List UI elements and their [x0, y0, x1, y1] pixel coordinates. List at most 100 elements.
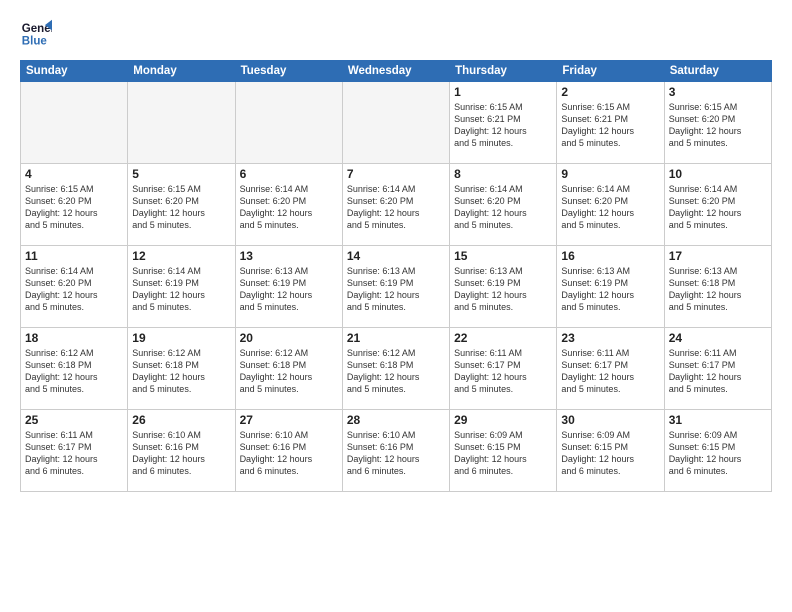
day-info: Sunrise: 6:11 AM Sunset: 6:17 PM Dayligh…: [669, 347, 767, 396]
day-number: 2: [561, 85, 659, 99]
calendar-cell: 6 Sunrise: 6:14 AM Sunset: 6:20 PM Daylig…: [235, 164, 342, 246]
logo: General Blue: [20, 18, 52, 50]
calendar-cell: [235, 82, 342, 164]
day-number: 29: [454, 413, 552, 427]
calendar-cell: 7Sunrise: 6:14 AM Sunset: 6:20 PM Daylig…: [342, 164, 449, 246]
col-header-monday: Monday: [128, 61, 235, 82]
day-number: 12: [132, 249, 230, 263]
day-info: Sunrise: 6:12 AM Sunset: 6:18 PM Dayligh…: [240, 347, 338, 396]
calendar-cell: 5 Sunrise: 6:15 AM Sunset: 6:20 PM Daylig…: [128, 164, 235, 246]
calendar-header-row: SundayMondayTuesdayWednesdayThursdayFrid…: [21, 61, 772, 82]
day-number: 5: [132, 167, 230, 181]
calendar-week-3: 11Sunrise: 6:14 AM Sunset: 6:20 PM Dayli…: [21, 246, 772, 328]
day-number: 21: [347, 331, 445, 345]
day-info: Sunrise: 6:15 AM Sunset: 6:20 PM Dayligh…: [25, 183, 123, 232]
calendar-cell: 17Sunrise: 6:13 AM Sunset: 6:18 PM Dayli…: [664, 246, 771, 328]
calendar-cell: 9 Sunrise: 6:14 AM Sunset: 6:20 PM Daylig…: [557, 164, 664, 246]
day-number: 30: [561, 413, 659, 427]
svg-text:Blue: Blue: [22, 36, 48, 48]
calendar-cell: 16 Sunrise: 6:13 AM Sunset: 6:19 PM Dayli…: [557, 246, 664, 328]
calendar-cell: [128, 82, 235, 164]
day-number: 27: [240, 413, 338, 427]
day-number: 11: [25, 249, 123, 263]
day-info: Sunrise: 6:15 AM Sunset: 6:20 PM Dayligh…: [132, 183, 230, 232]
day-info: Sunrise: 6:09 AM Sunset: 6:15 PM Dayligh…: [454, 429, 552, 478]
day-number: 16: [561, 249, 659, 263]
calendar-cell: 1 Sunrise: 6:15 AM Sunset: 6:21 PM Daylig…: [450, 82, 557, 164]
day-number: 14: [347, 249, 445, 263]
day-info: Sunrise: 6:15 AM Sunset: 6:21 PM Dayligh…: [561, 101, 659, 150]
col-header-saturday: Saturday: [664, 61, 771, 82]
day-info: Sunrise: 6:11 AM Sunset: 6:17 PM Dayligh…: [25, 429, 123, 478]
calendar-week-2: 4Sunrise: 6:15 AM Sunset: 6:20 PM Daylig…: [21, 164, 772, 246]
day-info: Sunrise: 6:10 AM Sunset: 6:16 PM Dayligh…: [347, 429, 445, 478]
calendar-cell: 19Sunrise: 6:12 AM Sunset: 6:18 PM Dayli…: [128, 328, 235, 410]
col-header-thursday: Thursday: [450, 61, 557, 82]
day-info: Sunrise: 6:13 AM Sunset: 6:19 PM Dayligh…: [347, 265, 445, 314]
day-number: 13: [240, 249, 338, 263]
calendar-cell: [21, 82, 128, 164]
calendar-cell: 8Sunrise: 6:14 AM Sunset: 6:20 PM Daylig…: [450, 164, 557, 246]
day-number: 3: [669, 85, 767, 99]
calendar-cell: 26 Sunrise: 6:10 AM Sunset: 6:16 PM Dayli…: [128, 410, 235, 492]
day-info: Sunrise: 6:11 AM Sunset: 6:17 PM Dayligh…: [454, 347, 552, 396]
calendar-cell: 20 Sunrise: 6:12 AM Sunset: 6:18 PM Dayli…: [235, 328, 342, 410]
day-info: Sunrise: 6:13 AM Sunset: 6:19 PM Dayligh…: [240, 265, 338, 314]
day-number: 23: [561, 331, 659, 345]
calendar-cell: 10Sunrise: 6:14 AM Sunset: 6:20 PM Dayli…: [664, 164, 771, 246]
day-number: 19: [132, 331, 230, 345]
calendar-cell: 2 Sunrise: 6:15 AM Sunset: 6:21 PM Daylig…: [557, 82, 664, 164]
day-number: 1: [454, 85, 552, 99]
day-info: Sunrise: 6:13 AM Sunset: 6:19 PM Dayligh…: [561, 265, 659, 314]
calendar-table: SundayMondayTuesdayWednesdayThursdayFrid…: [20, 60, 772, 492]
calendar-cell: 3Sunrise: 6:15 AM Sunset: 6:20 PM Daylig…: [664, 82, 771, 164]
day-info: Sunrise: 6:13 AM Sunset: 6:19 PM Dayligh…: [454, 265, 552, 314]
calendar-cell: 29 Sunrise: 6:09 AM Sunset: 6:15 PM Dayli…: [450, 410, 557, 492]
day-number: 9: [561, 167, 659, 181]
col-header-sunday: Sunday: [21, 61, 128, 82]
day-info: Sunrise: 6:14 AM Sunset: 6:20 PM Dayligh…: [454, 183, 552, 232]
day-number: 15: [454, 249, 552, 263]
calendar-cell: 30 Sunrise: 6:09 AM Sunset: 6:15 PM Dayli…: [557, 410, 664, 492]
calendar-cell: 23Sunrise: 6:11 AM Sunset: 6:17 PM Dayli…: [557, 328, 664, 410]
calendar-cell: 25 Sunrise: 6:11 AM Sunset: 6:17 PM Dayli…: [21, 410, 128, 492]
day-info: Sunrise: 6:14 AM Sunset: 6:19 PM Dayligh…: [132, 265, 230, 314]
day-info: Sunrise: 6:14 AM Sunset: 6:20 PM Dayligh…: [561, 183, 659, 232]
calendar-week-4: 18 Sunrise: 6:12 AM Sunset: 6:18 PM Dayli…: [21, 328, 772, 410]
day-info: Sunrise: 6:12 AM Sunset: 6:18 PM Dayligh…: [25, 347, 123, 396]
calendar-week-1: 1 Sunrise: 6:15 AM Sunset: 6:21 PM Daylig…: [21, 82, 772, 164]
page: General Blue SundayMondayTuesdayWednesda…: [0, 0, 792, 612]
calendar-cell: 31Sunrise: 6:09 AM Sunset: 6:15 PM Dayli…: [664, 410, 771, 492]
col-header-wednesday: Wednesday: [342, 61, 449, 82]
day-number: 25: [25, 413, 123, 427]
day-number: 20: [240, 331, 338, 345]
day-number: 18: [25, 331, 123, 345]
day-number: 22: [454, 331, 552, 345]
day-number: 7: [347, 167, 445, 181]
calendar-cell: 14 Sunrise: 6:13 AM Sunset: 6:19 PM Dayli…: [342, 246, 449, 328]
day-info: Sunrise: 6:15 AM Sunset: 6:21 PM Dayligh…: [454, 101, 552, 150]
calendar-cell: [342, 82, 449, 164]
calendar-cell: 22 Sunrise: 6:11 AM Sunset: 6:17 PM Dayli…: [450, 328, 557, 410]
logo-icon: General Blue: [20, 18, 52, 50]
day-number: 6: [240, 167, 338, 181]
day-number: 26: [132, 413, 230, 427]
calendar-cell: 15 Sunrise: 6:13 AM Sunset: 6:19 PM Dayli…: [450, 246, 557, 328]
day-number: 28: [347, 413, 445, 427]
col-header-tuesday: Tuesday: [235, 61, 342, 82]
day-number: 31: [669, 413, 767, 427]
day-number: 24: [669, 331, 767, 345]
calendar-cell: 24 Sunrise: 6:11 AM Sunset: 6:17 PM Dayli…: [664, 328, 771, 410]
day-info: Sunrise: 6:13 AM Sunset: 6:18 PM Dayligh…: [669, 265, 767, 314]
calendar-cell: 13 Sunrise: 6:13 AM Sunset: 6:19 PM Dayli…: [235, 246, 342, 328]
day-info: Sunrise: 6:14 AM Sunset: 6:20 PM Dayligh…: [240, 183, 338, 232]
header: General Blue: [20, 18, 772, 50]
day-info: Sunrise: 6:09 AM Sunset: 6:15 PM Dayligh…: [561, 429, 659, 478]
calendar-cell: 28 Sunrise: 6:10 AM Sunset: 6:16 PM Dayli…: [342, 410, 449, 492]
calendar-cell: 18 Sunrise: 6:12 AM Sunset: 6:18 PM Dayli…: [21, 328, 128, 410]
day-number: 10: [669, 167, 767, 181]
day-info: Sunrise: 6:12 AM Sunset: 6:18 PM Dayligh…: [347, 347, 445, 396]
day-info: Sunrise: 6:10 AM Sunset: 6:16 PM Dayligh…: [132, 429, 230, 478]
calendar-cell: 21 Sunrise: 6:12 AM Sunset: 6:18 PM Dayli…: [342, 328, 449, 410]
calendar-week-5: 25 Sunrise: 6:11 AM Sunset: 6:17 PM Dayli…: [21, 410, 772, 492]
